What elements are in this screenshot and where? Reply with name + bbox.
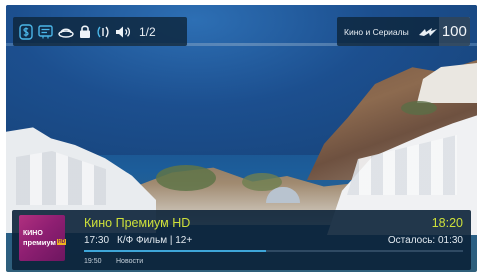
channel-logo: КИНО премиум HD [19, 215, 67, 261]
dollar-icon[interactable] [19, 23, 33, 41]
channel-logo-icon [417, 26, 439, 38]
progress-bar-fill [84, 250, 266, 252]
background-bush [401, 101, 437, 115]
tv-screen: 1/2 Кино и Сериалы 100 КИНО премиум HD К… [6, 5, 477, 272]
channel-logo-line2: премиум HD [23, 237, 67, 247]
channel-logo-line2-text: премиум [23, 237, 56, 247]
background-bush [156, 165, 216, 191]
channel-logo-hd-badge: HD [56, 239, 67, 245]
subtitles-icon[interactable] [38, 23, 53, 41]
channel-title: Кино Премиум HD [84, 216, 191, 230]
page-indicator: 1/2 [139, 24, 156, 39]
current-time: 18:20 [431, 216, 463, 230]
progress-bar [84, 250, 463, 252]
next-program-title: Новости [116, 258, 144, 265]
channel-logo-line1: КИНО [23, 229, 43, 237]
radio-signal-icon[interactable] [96, 23, 110, 41]
channel-category-name: Кино и Сериалы [344, 26, 409, 37]
volume-icon[interactable] [115, 23, 132, 41]
time-remaining: Осталось: 01:30 [387, 235, 463, 246]
program-start-time: 17:30 [84, 235, 110, 246]
status-bar: 1/2 [13, 17, 187, 46]
next-program-time: 19:50 [84, 258, 102, 265]
channel-number: 100 [441, 23, 467, 40]
hat-icon[interactable] [58, 23, 74, 41]
channel-number-box: 100 [438, 17, 470, 46]
lock-icon[interactable] [79, 23, 91, 41]
program-info-panel: КИНО премиум HD Кино Премиум HD 18:20 17… [12, 210, 471, 270]
program-title: К/Ф Фильм | 12+ [117, 235, 193, 246]
channel-box[interactable]: Кино и Сериалы 100 [337, 17, 470, 46]
